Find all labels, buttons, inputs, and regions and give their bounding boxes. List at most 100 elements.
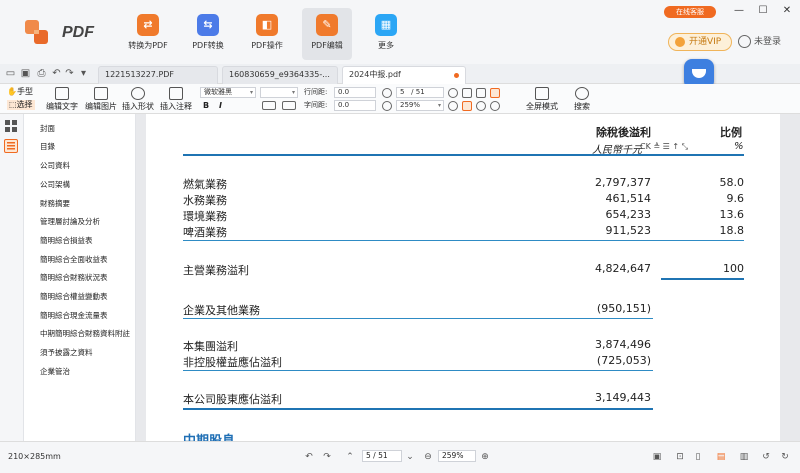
arrow-up-icon[interactable]: ↑ [672,142,679,151]
pdf-convert-icon: ⇆ [197,14,219,36]
rotate-right-icon[interactable]: ↻ [780,452,790,462]
bookmark-item[interactable]: 公司資料 [40,160,70,171]
redo-icon[interactable]: ↷ [322,452,332,462]
bookmark-item[interactable]: 目錄 [40,141,55,152]
bookmark-item[interactable]: 簡明綜合損益表 [40,235,93,246]
zoom-select[interactable]: 259% ▾ [396,100,444,111]
two-page-icon[interactable]: ▥ [739,452,749,462]
close-icon[interactable]: ✕ [780,4,794,18]
bookmark-item[interactable]: 簡明綜合全面收益表 [40,254,108,265]
zoom-in-icon[interactable] [448,101,458,111]
undo-icon[interactable]: ↶ [51,68,62,79]
bookmark-item[interactable]: 企業管治 [40,366,70,377]
minimize-icon[interactable]: — [732,4,746,18]
move-icon[interactable]: ⤡ [682,142,688,151]
fullscreen-button[interactable]: 全屏模式 [526,87,558,112]
tab-file-2[interactable]: 160830659_e9364335-... [222,66,338,84]
font-select[interactable]: 微软雅黑 ▾ [200,87,256,98]
rotate-right-icon[interactable] [490,101,500,111]
main-profit-value: 4,824,647 [595,262,651,275]
text-edit-mini-toolbar[interactable]: CK ≜ ☰ ↑ ⤡ [640,142,702,153]
char-spacing-input[interactable]: 0.0 [334,100,376,111]
open-folder-icon[interactable]: ▭ [5,68,16,79]
row-ratio: 13.6 [719,208,745,221]
single-page-icon[interactable] [476,88,486,98]
login-button[interactable]: 未登录 [738,34,781,50]
align-center-icon[interactable]: ≜ [653,142,660,151]
bookmark-item[interactable]: 簡明綜合權益變動表 [40,291,108,302]
text-color-icon[interactable] [282,101,296,110]
search-button[interactable]: 搜索 [574,87,590,112]
fit-width-icon[interactable] [490,88,500,98]
align-icon[interactable] [262,101,276,110]
bookmark-item[interactable]: 封面 [40,123,55,134]
bold-button[interactable]: B [203,100,209,111]
format-icon[interactable]: ☰ [663,142,670,151]
section-heading: 中期股息 [183,430,235,441]
actual-size-icon[interactable]: ⊡ [675,452,685,462]
tool-pdf-convert[interactable]: ⇆ PDF转换 [183,8,233,60]
print-icon[interactable]: ⎙ [36,68,47,79]
prev-page-icon[interactable]: ⌃ [345,452,355,462]
insert-shape-button[interactable]: 插入形状 [122,87,154,112]
other-rule [183,318,653,319]
tab-file-3[interactable]: 2024中报.pdf [342,66,466,84]
zoom-in-icon[interactable]: ⊕ [480,452,490,462]
next-page-icon[interactable]: ⌄ [405,452,415,462]
bookmark-item[interactable]: 簡明綜合現金流量表 [40,310,108,321]
tool-pdf-edit[interactable]: ✎ PDF编辑 [302,8,352,60]
two-page-icon[interactable] [462,101,472,111]
bookmark-item[interactable]: 須予披露之資料 [40,347,93,358]
status-zoom-select[interactable]: 259% [438,450,476,462]
tool-convert-to-pdf[interactable]: ⇄ 转换为PDF [123,8,173,60]
save-icon[interactable]: ▣ [20,68,31,79]
tool-pdf-operate[interactable]: ◧ PDF操作 [242,8,292,60]
line-spacing-input[interactable]: 0.0 [334,87,376,98]
bookmark-item[interactable]: 公司架構 [40,179,70,190]
rotate-left-icon[interactable]: ↺ [761,452,771,462]
thumbnails-icon[interactable] [5,120,18,133]
insert-note-button[interactable]: 插入注释 [160,87,192,112]
fit-page-icon[interactable] [462,88,472,98]
bookmark-item[interactable]: 中期簡明綜合財務資料附註 [40,328,130,339]
italic-button[interactable]: I [219,100,222,111]
next-page-icon[interactable] [448,88,458,98]
insert-note-icon [169,87,183,100]
edit-text-icon [55,87,69,100]
char-spacing-label: 字间距: [304,101,328,109]
hand-tool[interactable]: ✋手型 [7,87,33,97]
maximize-icon[interactable]: ☐ [756,4,770,18]
bookmark-item[interactable]: 簡明綜合財務狀況表 [40,272,108,283]
more-icon: ▦ [375,14,397,36]
prev-page-icon[interactable] [382,88,392,98]
zoom-out-icon[interactable] [382,101,392,111]
dropdown-icon[interactable]: ▾ [78,68,89,79]
vip-button[interactable]: 开通VIP [668,33,732,51]
tab-file-1[interactable]: 1221513227.PDF [98,66,218,84]
bookmark-item[interactable]: 財務摘要 [40,198,70,209]
undo-icon[interactable]: ↶ [304,452,314,462]
redo-icon[interactable]: ↷ [64,68,75,79]
bookmark-item[interactable]: 管理層討論及分析 [40,216,100,227]
document-page[interactable]: 除稅後溢利 比例 人民幣千元 CK ≜ ☰ ↑ ⤡ % 燃氣業務 2,797,3… [146,114,780,441]
edit-image-button[interactable]: 编辑图片 [85,87,117,112]
fit-page-icon[interactable]: ▣ [652,452,662,462]
row-ratio: 9.6 [726,192,745,205]
zoom-out-icon[interactable]: ⊖ [423,452,433,462]
tool-more[interactable]: ▦ 更多 [361,8,411,60]
bookmarks-icon[interactable] [4,139,18,153]
minority-value: (725,053) [596,354,651,367]
status-page-input[interactable]: 5 / 51 [362,450,402,462]
edit-text-button[interactable]: 编辑文字 [46,87,78,112]
ck-icon[interactable]: CK [640,142,651,151]
page-input[interactable]: 5 / 51 [396,87,444,98]
vip-diamond-icon [675,37,685,47]
single-page-icon[interactable]: ▯ [693,452,703,462]
shareholders-rule [183,408,653,410]
online-service-button[interactable]: 在线客服 [664,6,716,18]
app-name: PDF [62,24,94,41]
font-size-select[interactable]: ▾ [260,87,298,98]
continuous-page-icon[interactable]: ▤ [716,452,726,462]
select-tool[interactable]: ⬚选择 [7,100,35,110]
rotate-left-icon[interactable] [476,101,486,111]
